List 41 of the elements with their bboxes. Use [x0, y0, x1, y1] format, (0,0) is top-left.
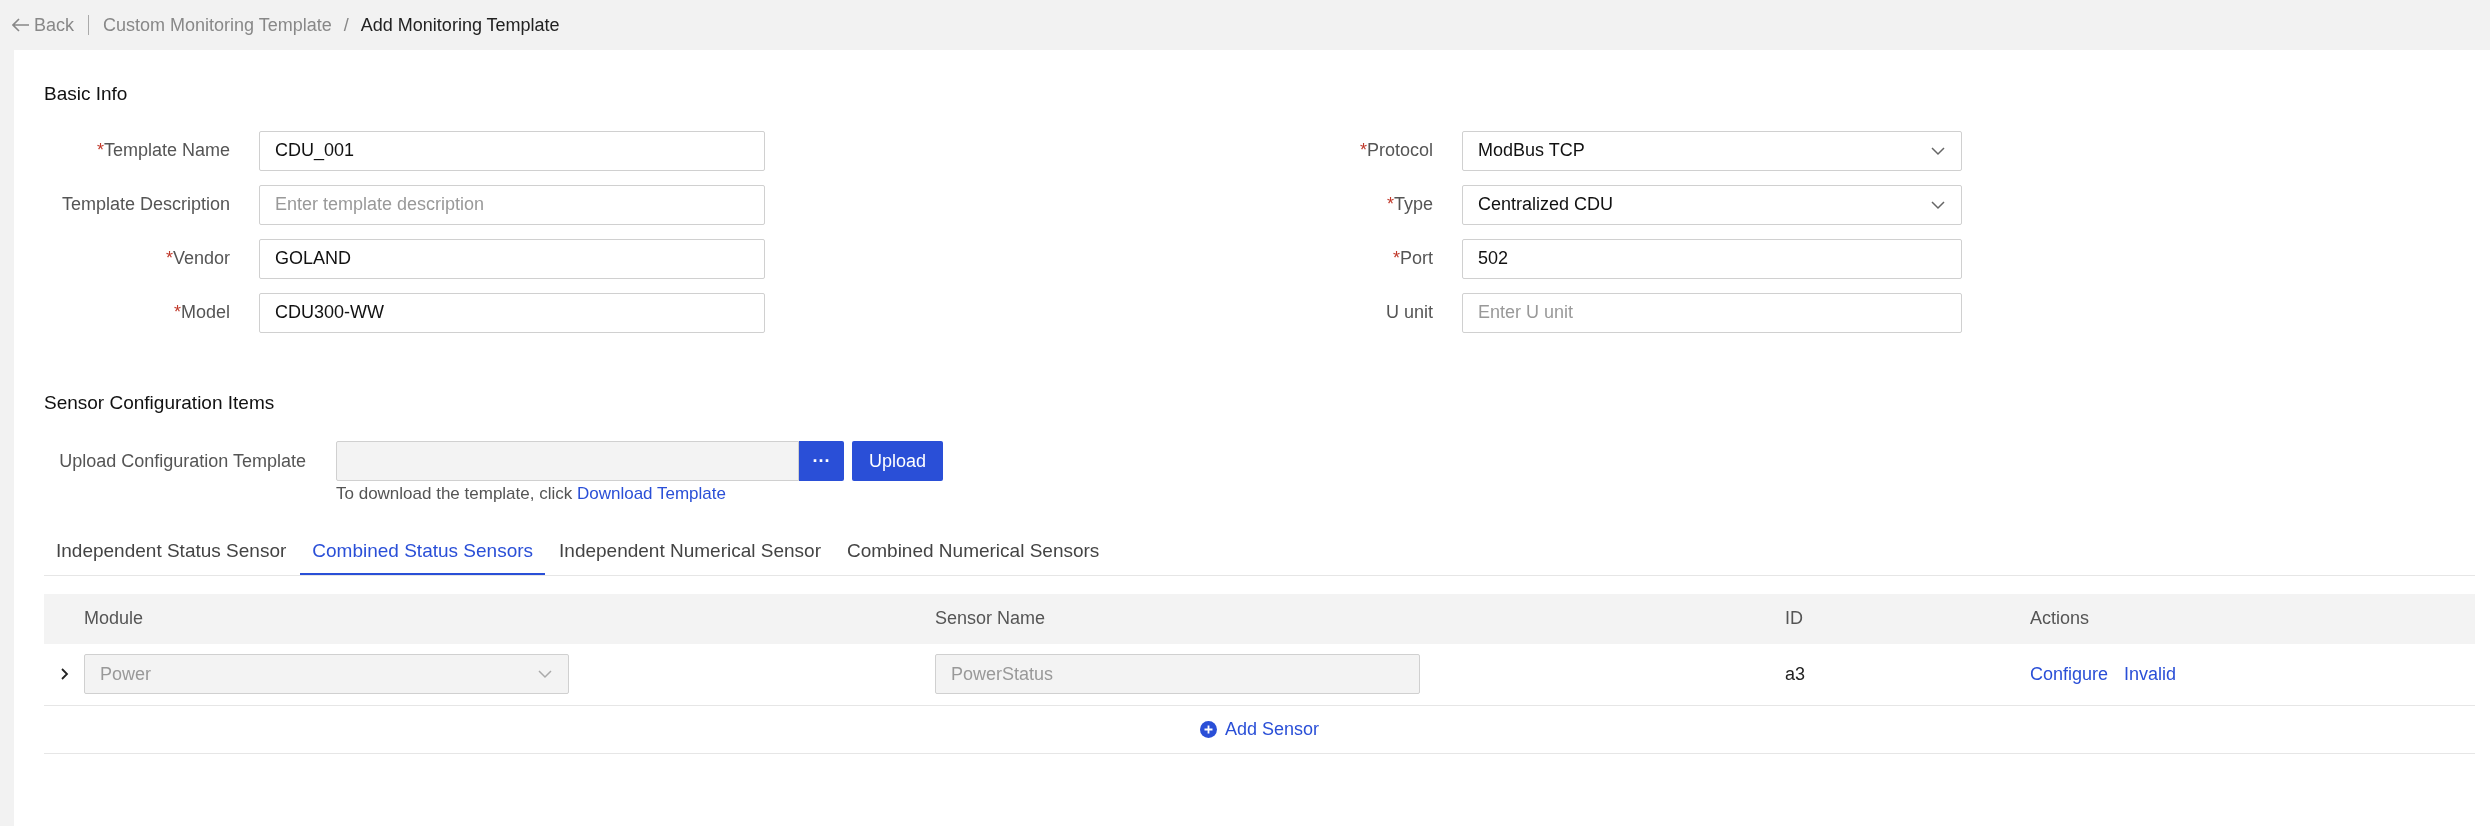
table-cell: a3 — [1785, 663, 1806, 684]
field-label: *Vendor — [164, 247, 230, 270]
breadcrumb-current: Add Monitoring Template — [360, 13, 560, 37]
input-field[interactable]: 502 — [1462, 238, 1962, 279]
plus-circle-icon — [1199, 720, 1217, 738]
field-label: *Protocol — [1358, 139, 1433, 162]
upload-button[interactable]: Upload — [852, 441, 943, 481]
tab[interactable]: Independent Numerical Sensor — [547, 530, 833, 575]
tab[interactable]: Combined Status Sensors — [300, 530, 546, 575]
chevron-down-icon — [1930, 199, 1946, 210]
input-field[interactable]: Enter template description — [259, 184, 765, 225]
tab[interactable]: Combined Numerical Sensors — [834, 530, 1112, 575]
input-field[interactable]: Enter U unit — [1462, 292, 1962, 333]
field-label: Upload Configuration Template — [58, 450, 307, 473]
file-path-field[interactable] — [336, 441, 799, 481]
column-header: Actions — [2030, 608, 2090, 628]
hint-text: To download the template, click Download Template — [336, 483, 727, 505]
add-sensor-link[interactable]: Add Sensor — [1199, 715, 1320, 743]
column-header: Module — [84, 608, 144, 628]
input-field[interactable]: CDU300-WW — [259, 292, 765, 333]
field-label: *Type — [1385, 193, 1433, 216]
download-template-link[interactable]: Download Template — [576, 484, 726, 503]
column-header: ID — [1785, 608, 1803, 628]
field-label: *Template Name — [95, 139, 230, 162]
field-label: Template Description — [60, 193, 230, 216]
field-label: *Port — [1391, 247, 1433, 270]
input-field[interactable]: CDU_001 — [259, 130, 765, 171]
tab[interactable]: Independent Status Sensor — [44, 530, 299, 575]
input-field[interactable]: GOLAND — [259, 238, 765, 279]
chevron-down-icon — [1930, 145, 1946, 156]
column-header: Sensor Name — [935, 608, 1046, 628]
select-field[interactable]: Centralized CDU — [1462, 184, 1962, 225]
field-label: *Model — [172, 301, 230, 324]
select-field[interactable]: ModBus TCP — [1462, 130, 1962, 171]
back-arrow-icon — [12, 18, 30, 32]
chevron-down-icon — [537, 669, 553, 679]
breadcrumb-separator: / — [343, 13, 349, 37]
section-title: Basic Info — [44, 82, 129, 106]
field-label: U unit — [1384, 301, 1433, 324]
section-title: Sensor Configuration Items — [44, 390, 276, 415]
browse-button[interactable]: ··· — [799, 441, 844, 481]
